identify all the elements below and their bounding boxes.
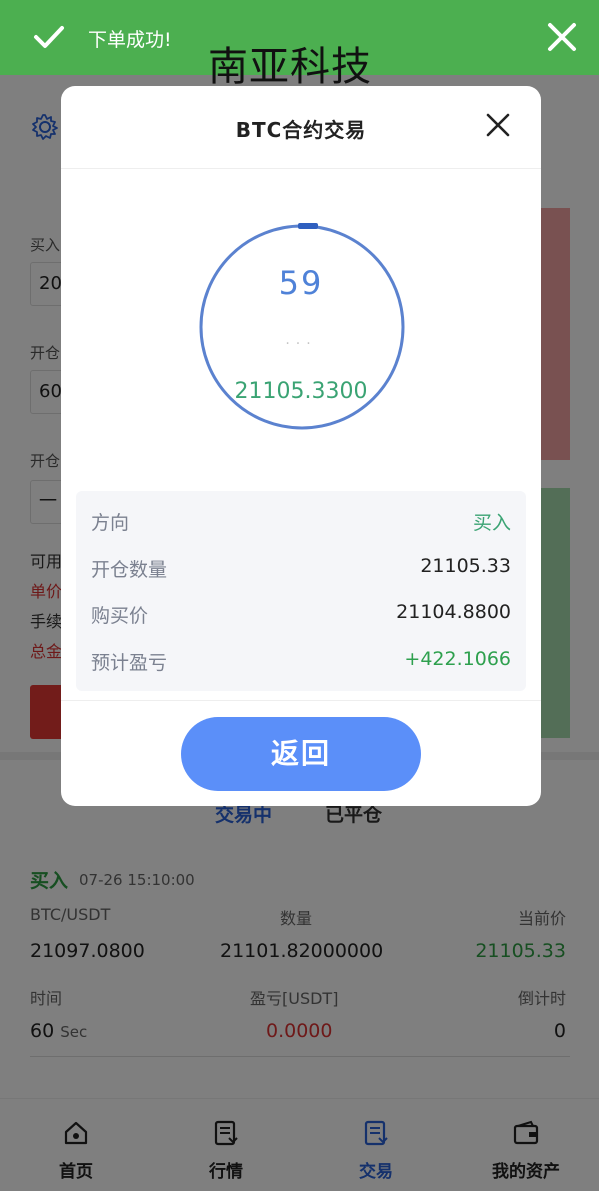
detail-value: 买入: [472, 512, 511, 534]
close-icon[interactable]: [545, 20, 579, 54]
order-detail-box: 方向 买入 开仓数量 21105.33 购买价 21104.8800 预计盈亏 …: [76, 491, 526, 691]
detail-row-pnl: 预计盈亏 +422.1066: [91, 648, 511, 678]
order-success-modal: BTC合约交易 59 ··· 21105.3300 方向 买入 开仓数量 211…: [61, 86, 541, 806]
check-icon: [34, 26, 64, 48]
loading-dots: ···: [285, 336, 317, 352]
detail-label: 预计盈亏: [91, 652, 168, 674]
modal-close-icon[interactable]: [485, 112, 511, 138]
toast-message: 下单成功!: [88, 29, 172, 51]
detail-row-price: 购买价 21104.8800: [91, 601, 511, 631]
modal-title: BTC合约交易: [235, 118, 367, 142]
detail-row-quantity: 开仓数量 21105.33: [91, 555, 511, 585]
detail-value: 21104.8800: [396, 601, 511, 623]
modal-footer-divider: [61, 700, 541, 701]
detail-label: 购买价: [91, 605, 149, 627]
return-button[interactable]: 返回: [181, 717, 421, 791]
countdown-seconds: 59: [278, 264, 324, 302]
detail-label: 开仓数量: [91, 559, 168, 581]
detail-label: 方向: [91, 512, 130, 534]
detail-value: +422.1066: [404, 648, 511, 670]
detail-row-direction: 方向 买入: [91, 508, 511, 538]
detail-value: 21105.33: [420, 555, 511, 577]
ring-price: 21105.3300: [234, 379, 368, 404]
modal-header-divider: [61, 168, 541, 169]
brand-watermark: 南亚科技: [208, 44, 372, 90]
